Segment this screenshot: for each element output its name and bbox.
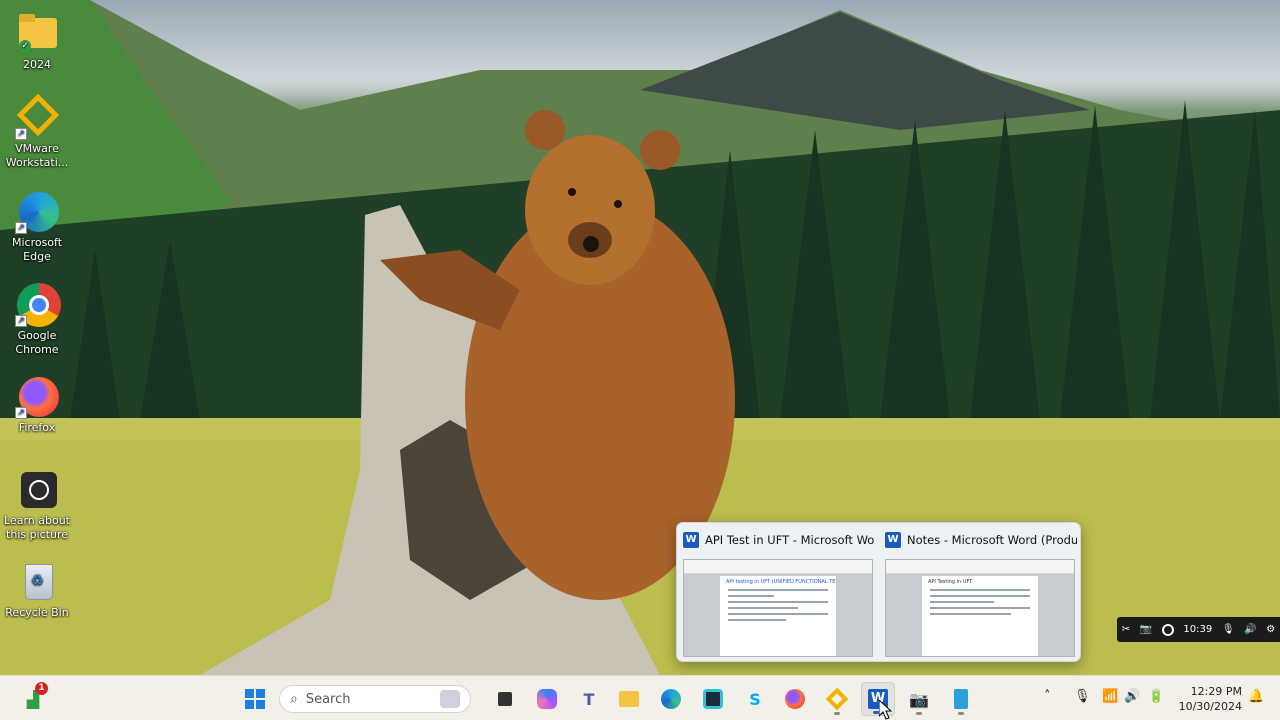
word-icon: W <box>885 532 901 548</box>
desktop-icon-chrome[interactable]: ↗ Google Chrome <box>2 283 72 357</box>
clock-date: 10/30/2024 <box>1178 700 1242 713</box>
volume-icon[interactable]: 🔊 <box>1244 624 1256 635</box>
shortcut-arrow-icon: ↗ <box>15 128 27 140</box>
firefox-icon: ↗ <box>15 375 59 419</box>
firefox-icon <box>785 689 805 709</box>
desktop: ✓ 2024 ↗ VMware Workstati... ↗ Microsoft… <box>0 0 1280 720</box>
shortcut-arrow-icon: ↗ <box>15 315 27 327</box>
desktop-icon-label: VMware Workstati... <box>5 142 69 169</box>
wallpaper <box>0 0 1280 675</box>
task-view-button[interactable] <box>488 682 522 716</box>
microphone-tray-icon[interactable]: 🎙 <box>1074 689 1091 704</box>
window-thumbnail-api-test[interactable]: W API Test in UFT - Microsoft Wor... API… <box>683 529 875 657</box>
desktop-icon-label: Firefox <box>18 421 56 434</box>
vmware-taskbar-button[interactable] <box>820 682 854 716</box>
search-icon: ⌕ <box>290 691 298 707</box>
notification-badge: 1 <box>35 682 48 695</box>
desktop-icon-learn-picture[interactable]: Learn about this picture <box>2 468 72 542</box>
thumbnail-title: Notes - Microsoft Word (Produ... <box>907 533 1077 547</box>
screen-recorder-bar: ✂ 📷 10:39 🎙 🔊 ⚙ <box>1117 617 1280 642</box>
edge-icon <box>661 689 681 709</box>
edge-taskbar-button[interactable] <box>654 682 688 716</box>
desktop-icon-label: Recycle Bin <box>5 606 69 619</box>
firefox-taskbar-button[interactable] <box>778 682 812 716</box>
battery-icon[interactable]: 🔋 <box>1148 689 1164 704</box>
settings-icon[interactable]: ⚙ <box>1266 624 1275 635</box>
desktop-icon-label: Learn about this picture <box>4 514 70 541</box>
desktop-icon-recycle-bin[interactable]: ♻ Recycle Bin <box>2 560 72 620</box>
desktop-icon-label: Microsoft Edge <box>11 236 63 263</box>
notepad-icon <box>954 689 968 709</box>
desktop-icon-edge[interactable]: ↗ Microsoft Edge <box>2 190 72 264</box>
chevron-up-icon[interactable]: ˄ <box>1044 689 1051 704</box>
recycle-bin-icon: ♻ <box>15 560 59 604</box>
teams-icon: T <box>583 689 595 709</box>
camera-icon <box>15 468 59 512</box>
camera-icon: 📷 <box>909 689 929 709</box>
snip-icon[interactable]: ✂ <box>1122 624 1130 635</box>
wifi-icon[interactable]: 📶 <box>1102 689 1118 704</box>
thumbnail-preview: API testing in UFT (UNIFIED FUNCTIONAL T… <box>683 559 873 657</box>
vmware-icon <box>825 687 849 711</box>
file-explorer-icon <box>619 691 639 707</box>
shortcut-arrow-icon: ↗ <box>15 222 27 234</box>
start-button[interactable] <box>238 682 272 716</box>
preview-heading: API Testing in UFT <box>928 579 973 585</box>
thumbnail-preview: API Testing in UFT <box>885 559 1075 657</box>
window-thumbnail-notes[interactable]: W Notes - Microsoft Word (Produ... API T… <box>885 529 1077 657</box>
search-highlight-icon <box>440 690 460 708</box>
thumbnail-title: API Test in UFT - Microsoft Wor... <box>705 533 875 547</box>
skype-icon: S <box>749 689 761 709</box>
record-icon[interactable] <box>1161 623 1174 636</box>
preview-heading: API testing in UFT (UNIFIED FUNCTIONAL T… <box>726 579 836 585</box>
copilot-button[interactable] <box>530 682 564 716</box>
desktop-icon-2024[interactable]: ✓ 2024 <box>2 12 72 72</box>
desktop-icon-label: 2024 <box>23 58 51 71</box>
task-view-icon <box>498 692 512 706</box>
skype-button[interactable]: S <box>738 682 772 716</box>
copilot-icon <box>537 689 557 709</box>
notification-bell-icon[interactable]: 🔔 <box>1248 689 1264 704</box>
volume-tray-icon[interactable]: 🔊 <box>1124 689 1140 704</box>
camera-icon[interactable]: 📷 <box>1140 624 1152 635</box>
taskbar-search-box[interactable]: ⌕ Search <box>279 685 471 713</box>
mouse-cursor-icon <box>879 700 893 720</box>
taskbar: ▟ 1 ⌕ Search T S W 📷 ˄ 🎙 📶 🔊 🔋 12:29 PM … <box>0 675 1280 720</box>
notepad-taskbar-button[interactable] <box>944 682 978 716</box>
clock-time: 12:29 PM <box>1190 685 1242 698</box>
camera-taskbar-button[interactable]: 📷 <box>902 682 936 716</box>
edge-icon: ↗ <box>15 190 59 234</box>
file-explorer-button[interactable] <box>612 682 646 716</box>
desktop-icon-label: Google Chrome <box>15 329 59 356</box>
word-icon: W <box>683 532 699 548</box>
alexa-button[interactable] <box>696 682 730 716</box>
teams-button[interactable]: T <box>572 682 606 716</box>
taskbar-thumbnail-popup: W API Test in UFT - Microsoft Wor... API… <box>676 522 1081 662</box>
chrome-icon: ↗ <box>15 283 61 327</box>
desktop-icon-vmware[interactable]: ↗ VMware Workstati... <box>2 93 72 170</box>
shortcut-arrow-icon: ↗ <box>15 407 27 419</box>
desktop-icon-firefox[interactable]: ↗ Firefox <box>2 375 72 435</box>
alexa-icon <box>703 689 723 709</box>
vmware-icon: ↗ <box>15 93 60 140</box>
microphone-icon[interactable]: 🎙 <box>1222 624 1235 635</box>
search-placeholder: Search <box>305 691 351 707</box>
clock[interactable]: 12:29 PM 10/30/2024 <box>1176 684 1242 714</box>
recording-time: 10:39 <box>1183 624 1213 635</box>
windows-start-icon <box>245 689 265 709</box>
folder-icon: ✓ <box>15 12 59 56</box>
widgets-button[interactable]: ▟ 1 <box>16 682 50 716</box>
